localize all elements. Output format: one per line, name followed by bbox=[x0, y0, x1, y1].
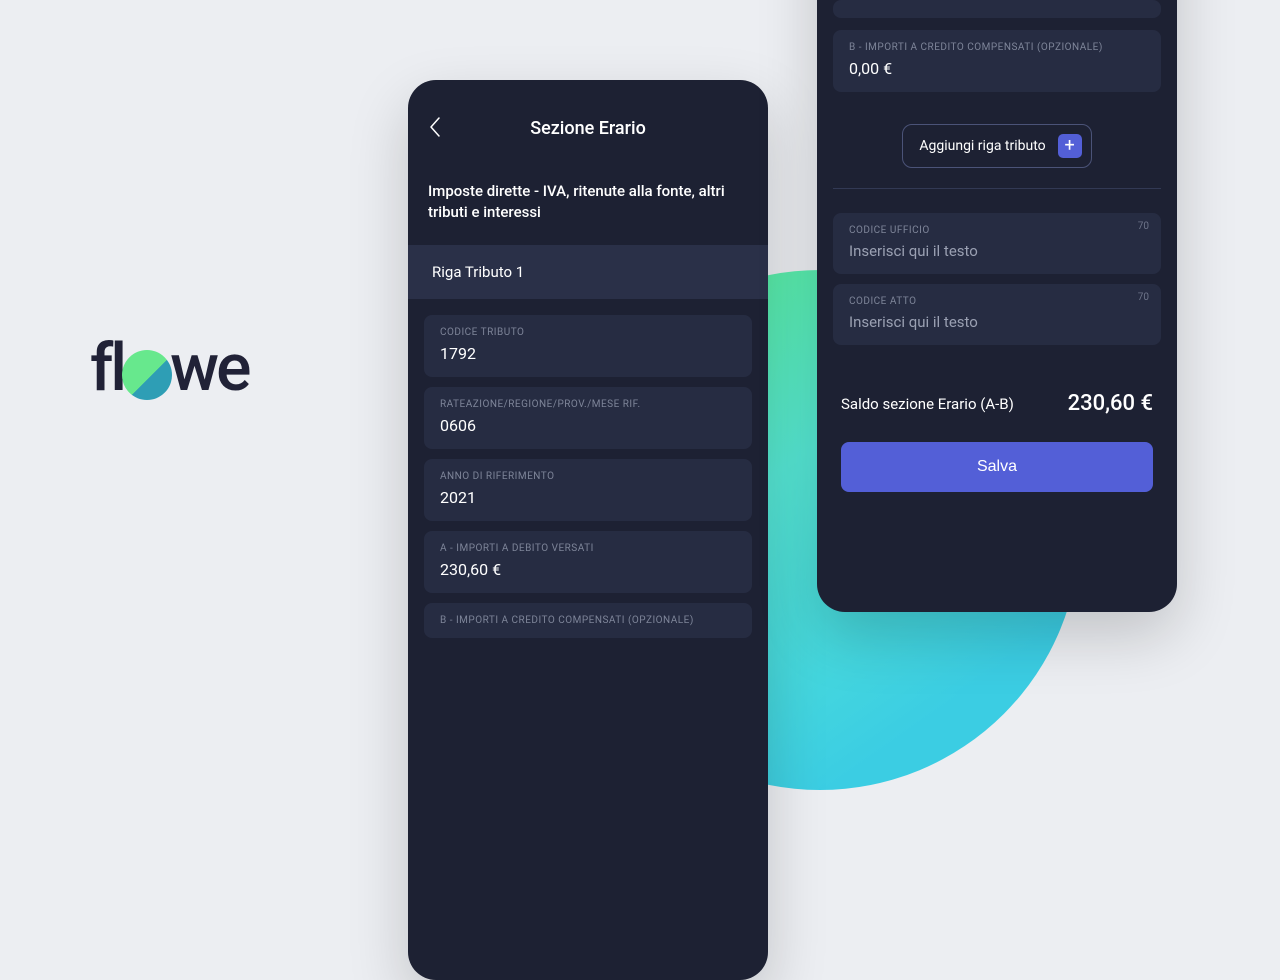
page-title: Sezione Erario bbox=[428, 118, 748, 139]
field-value: 0,00 € bbox=[849, 59, 1145, 78]
field-value: 230,60 € bbox=[440, 560, 736, 579]
page-subtitle: Imposte dirette - IVA, ritenute alla fon… bbox=[408, 161, 768, 245]
field-value: 1792 bbox=[440, 344, 736, 363]
importi-credito-field[interactable]: B - IMPORTI A CREDITO COMPENSATI (OPZION… bbox=[833, 30, 1161, 92]
char-count: 70 bbox=[1138, 221, 1149, 232]
field-list: B - IMPORTI A CREDITO COMPENSATI (OPZION… bbox=[817, 30, 1177, 108]
field-label: RATEAZIONE/REGIONE/PROV./MESE RIF. bbox=[440, 399, 736, 410]
field-value: 0606 bbox=[440, 416, 736, 435]
field-label: B - IMPORTI A CREDITO COMPENSATI (OPZION… bbox=[440, 615, 736, 626]
balance-row: Saldo sezione Erario (A-B) 230,60 € bbox=[841, 391, 1153, 416]
rateazione-field[interactable]: RATEAZIONE/REGIONE/PROV./MESE RIF. 0606 bbox=[424, 387, 752, 449]
logo-globe-icon bbox=[122, 350, 172, 400]
field-label: ANNO DI RIFERIMENTO bbox=[440, 471, 736, 482]
field-label: CODICE TRIBUTO bbox=[440, 327, 736, 338]
importi-credito-field-partial[interactable]: B - IMPORTI A CREDITO COMPENSATI (OPZION… bbox=[424, 603, 752, 638]
field-label: B - IMPORTI A CREDITO COMPENSATI (OPZION… bbox=[849, 42, 1145, 53]
codice-tributo-field[interactable]: CODICE TRIBUTO 1792 bbox=[424, 315, 752, 377]
phone-mockup-left: Sezione Erario Imposte dirette - IVA, ri… bbox=[408, 80, 768, 980]
logo-text-post: we bbox=[170, 330, 248, 407]
topbar: Sezione Erario bbox=[408, 80, 768, 161]
logo-text-pre: fl bbox=[90, 330, 124, 407]
codice-atto-field[interactable]: 70 CODICE ATTO Inserisci qui il testo bbox=[833, 284, 1161, 345]
add-row-label: Aggiungi riga tributo bbox=[919, 138, 1045, 154]
field-list-2: 70 CODICE UFFICIO Inserisci qui il testo… bbox=[817, 197, 1177, 361]
codice-ufficio-field[interactable]: 70 CODICE UFFICIO Inserisci qui il testo bbox=[833, 213, 1161, 274]
add-row-button[interactable]: Aggiungi riga tributo + bbox=[902, 124, 1091, 168]
phone-mockup-right: B - IMPORTI A CREDITO COMPENSATI (OPZION… bbox=[817, 0, 1177, 612]
back-icon[interactable] bbox=[428, 116, 442, 141]
field-placeholder: Inserisci qui il testo bbox=[849, 313, 1145, 331]
char-count: 70 bbox=[1138, 292, 1149, 303]
field-label: CODICE ATTO bbox=[849, 296, 1145, 307]
field-edge bbox=[833, 0, 1161, 18]
balance-value: 230,60 € bbox=[1068, 391, 1153, 416]
plus-icon: + bbox=[1058, 134, 1082, 158]
brand-logo: fl we bbox=[90, 330, 248, 407]
field-placeholder: Inserisci qui il testo bbox=[849, 242, 1145, 260]
field-list: CODICE TRIBUTO 1792 RATEAZIONE/REGIONE/P… bbox=[408, 299, 768, 654]
save-button[interactable]: Salva bbox=[841, 442, 1153, 492]
field-label: A - IMPORTI A DEBITO VERSATI bbox=[440, 543, 736, 554]
field-value: 2021 bbox=[440, 488, 736, 507]
field-label: CODICE UFFICIO bbox=[849, 225, 1145, 236]
divider bbox=[833, 188, 1161, 189]
section-header: Riga Tributo 1 bbox=[408, 245, 768, 299]
importi-debito-field[interactable]: A - IMPORTI A DEBITO VERSATI 230,60 € bbox=[424, 531, 752, 593]
balance-label: Saldo sezione Erario (A-B) bbox=[841, 395, 1014, 413]
anno-field[interactable]: ANNO DI RIFERIMENTO 2021 bbox=[424, 459, 752, 521]
footer: Saldo sezione Erario (A-B) 230,60 € Salv… bbox=[817, 361, 1177, 512]
